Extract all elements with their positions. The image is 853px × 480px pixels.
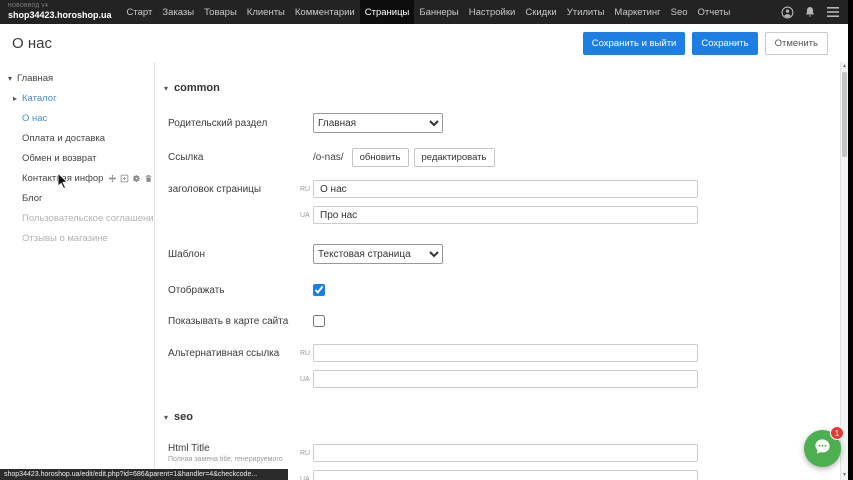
field-display: Отображать [168, 280, 325, 300]
tree-item-about[interactable]: О нас [0, 108, 154, 128]
tree-item-payment-delivery[interactable]: Оплата и доставка [0, 128, 154, 148]
cancel-button[interactable]: Отменить [765, 32, 828, 55]
logo[interactable]: НОВОВВОД V4 shop34423.horoshop.ua [0, 4, 122, 20]
nav-item-marketing[interactable]: Маркетинг [609, 0, 665, 24]
field-template: Шаблон Текстовая страница [168, 244, 443, 264]
user-icon[interactable] [780, 5, 794, 19]
lang-ua-label: UA [300, 376, 313, 383]
nav-item-orders[interactable]: Заказы [157, 0, 199, 24]
chat-widget-button[interactable]: 1 [804, 430, 841, 467]
field-parent-section: Родительский раздел Главная [168, 113, 443, 133]
tree-item-exchange-return[interactable]: Обмен и возврат [0, 148, 154, 168]
tree-item-catalog[interactable]: ▸ Каталог [0, 88, 154, 108]
lang-ua-label: UA [300, 476, 313, 480]
version-label: НОВОВВОД V4 [8, 4, 112, 9]
field-link: Ссылка /o-nas/ обновить редактировать [168, 147, 500, 167]
field-alt-link-ru: Альтернативная ссылка RU [168, 343, 698, 363]
nav-item-utilities[interactable]: Утилиты [562, 0, 610, 24]
tree-item-home[interactable]: ▾ Главная [0, 68, 154, 88]
link-update-button[interactable]: обновить [352, 148, 409, 167]
page-title-ru-input[interactable] [313, 180, 698, 198]
tree-item-blog[interactable]: Блог [0, 188, 154, 208]
nav-item-start[interactable]: Старт [122, 0, 158, 24]
menu-icon[interactable] [826, 5, 840, 19]
tree-item-user-agreement[interactable]: Пользовательское соглашение [0, 208, 154, 228]
alt-link-ua-input[interactable] [313, 370, 698, 388]
chevron-down-icon[interactable]: ▾ [164, 413, 168, 422]
gear-icon[interactable] [132, 174, 141, 183]
page-title: О нас [0, 35, 52, 52]
nav-item-seo[interactable]: Seo [666, 0, 693, 24]
lang-ru-label: RU [300, 350, 313, 357]
field-html-title-ru: Html Title Полная замена title, генериру… [168, 443, 698, 463]
chevron-down-icon[interactable]: ▾ [8, 74, 17, 83]
header-buttons: Сохранить и выйти Сохранить Отменить [583, 32, 840, 55]
section-seo[interactable]: ▾ seo [164, 407, 193, 427]
main-menu: Старт Заказы Товары Клиенты Комментарии … [122, 0, 736, 24]
alt-link-ru-input[interactable] [313, 344, 698, 362]
nav-item-settings[interactable]: Настройки [464, 0, 521, 24]
field-page-title-ua: UA [168, 205, 698, 225]
lang-ru-label: RU [300, 450, 313, 457]
vertical-scrollbar[interactable]: ▲ ▼ [840, 62, 848, 480]
display-checkbox[interactable] [313, 284, 325, 296]
page-title-ua-input[interactable] [313, 206, 698, 224]
link-status-tooltip: shop34423.horoshop.ua/edit/edit.php?id=6… [0, 469, 288, 480]
admin-window: НОВОВВОД V4 shop34423.horoshop.ua Старт … [0, 0, 848, 480]
scroll-down-arrow-icon[interactable]: ▼ [841, 471, 848, 480]
link-value: /o-nas/ [313, 152, 344, 163]
field-alt-link-ua: UA [168, 369, 698, 389]
nav-item-discounts[interactable]: Скидки [520, 0, 561, 24]
sitemap-checkbox[interactable] [313, 315, 325, 327]
field-sitemap: Показывать в карте сайта [168, 311, 325, 331]
chevron-right-icon[interactable]: ▸ [13, 94, 22, 103]
save-button[interactable]: Сохранить [692, 32, 757, 55]
top-navigation-bar: НОВОВВОД V4 shop34423.horoshop.ua Старт … [0, 0, 848, 24]
bell-icon[interactable] [803, 5, 817, 19]
trash-icon[interactable] [144, 174, 153, 183]
lang-ru-label: RU [300, 186, 313, 193]
page-header: О нас Сохранить и выйти Сохранить Отмени… [0, 24, 840, 62]
tree-item-store-reviews[interactable]: Отзывы о магазине [0, 228, 154, 248]
topbar-icons [780, 5, 848, 19]
nav-item-products[interactable]: Товары [199, 0, 242, 24]
add-icon[interactable] [120, 174, 129, 183]
nav-item-reports[interactable]: Отчеты [693, 0, 736, 24]
scroll-up-arrow-icon[interactable]: ▲ [841, 62, 848, 71]
field-page-title-ru: заголовок страницы RU [168, 179, 698, 199]
lang-ua-label: UA [300, 212, 313, 219]
template-select[interactable]: Текстовая страница [313, 244, 443, 264]
nav-item-comments[interactable]: Комментарии [290, 0, 360, 24]
save-and-exit-button[interactable]: Сохранить и выйти [583, 32, 686, 55]
nav-item-clients[interactable]: Клиенты [242, 0, 290, 24]
chat-unread-badge: 1 [830, 426, 844, 440]
tree-item-contact-info[interactable]: Контактная инфор [0, 168, 154, 188]
section-common[interactable]: ▾ common [164, 78, 220, 98]
chevron-down-icon[interactable]: ▾ [164, 84, 168, 93]
shop-domain: shop34423.horoshop.ua [8, 11, 112, 20]
tree-item-actions [108, 174, 153, 183]
link-edit-button[interactable]: редактировать [414, 148, 495, 167]
pages-tree-sidebar: ▾ Главная ▸ Каталог О нас Оплата и доста… [0, 62, 155, 480]
chat-bubble-icon [813, 437, 832, 461]
nav-item-banners[interactable]: Баннеры [414, 0, 463, 24]
page-edit-form: ▾ common Родительский раздел Главная Ссы… [156, 62, 840, 480]
html-title-ru-input[interactable] [313, 444, 698, 462]
nav-item-pages[interactable]: Страницы [360, 0, 415, 24]
html-title-label: Html Title [168, 443, 210, 454]
move-icon[interactable] [108, 174, 117, 183]
html-title-hint: Полная замена title, генерируемого [168, 456, 300, 463]
scrollbar-thumb[interactable] [842, 72, 847, 157]
html-title-ua-input[interactable] [313, 470, 698, 480]
parent-section-select[interactable]: Главная [313, 113, 443, 133]
